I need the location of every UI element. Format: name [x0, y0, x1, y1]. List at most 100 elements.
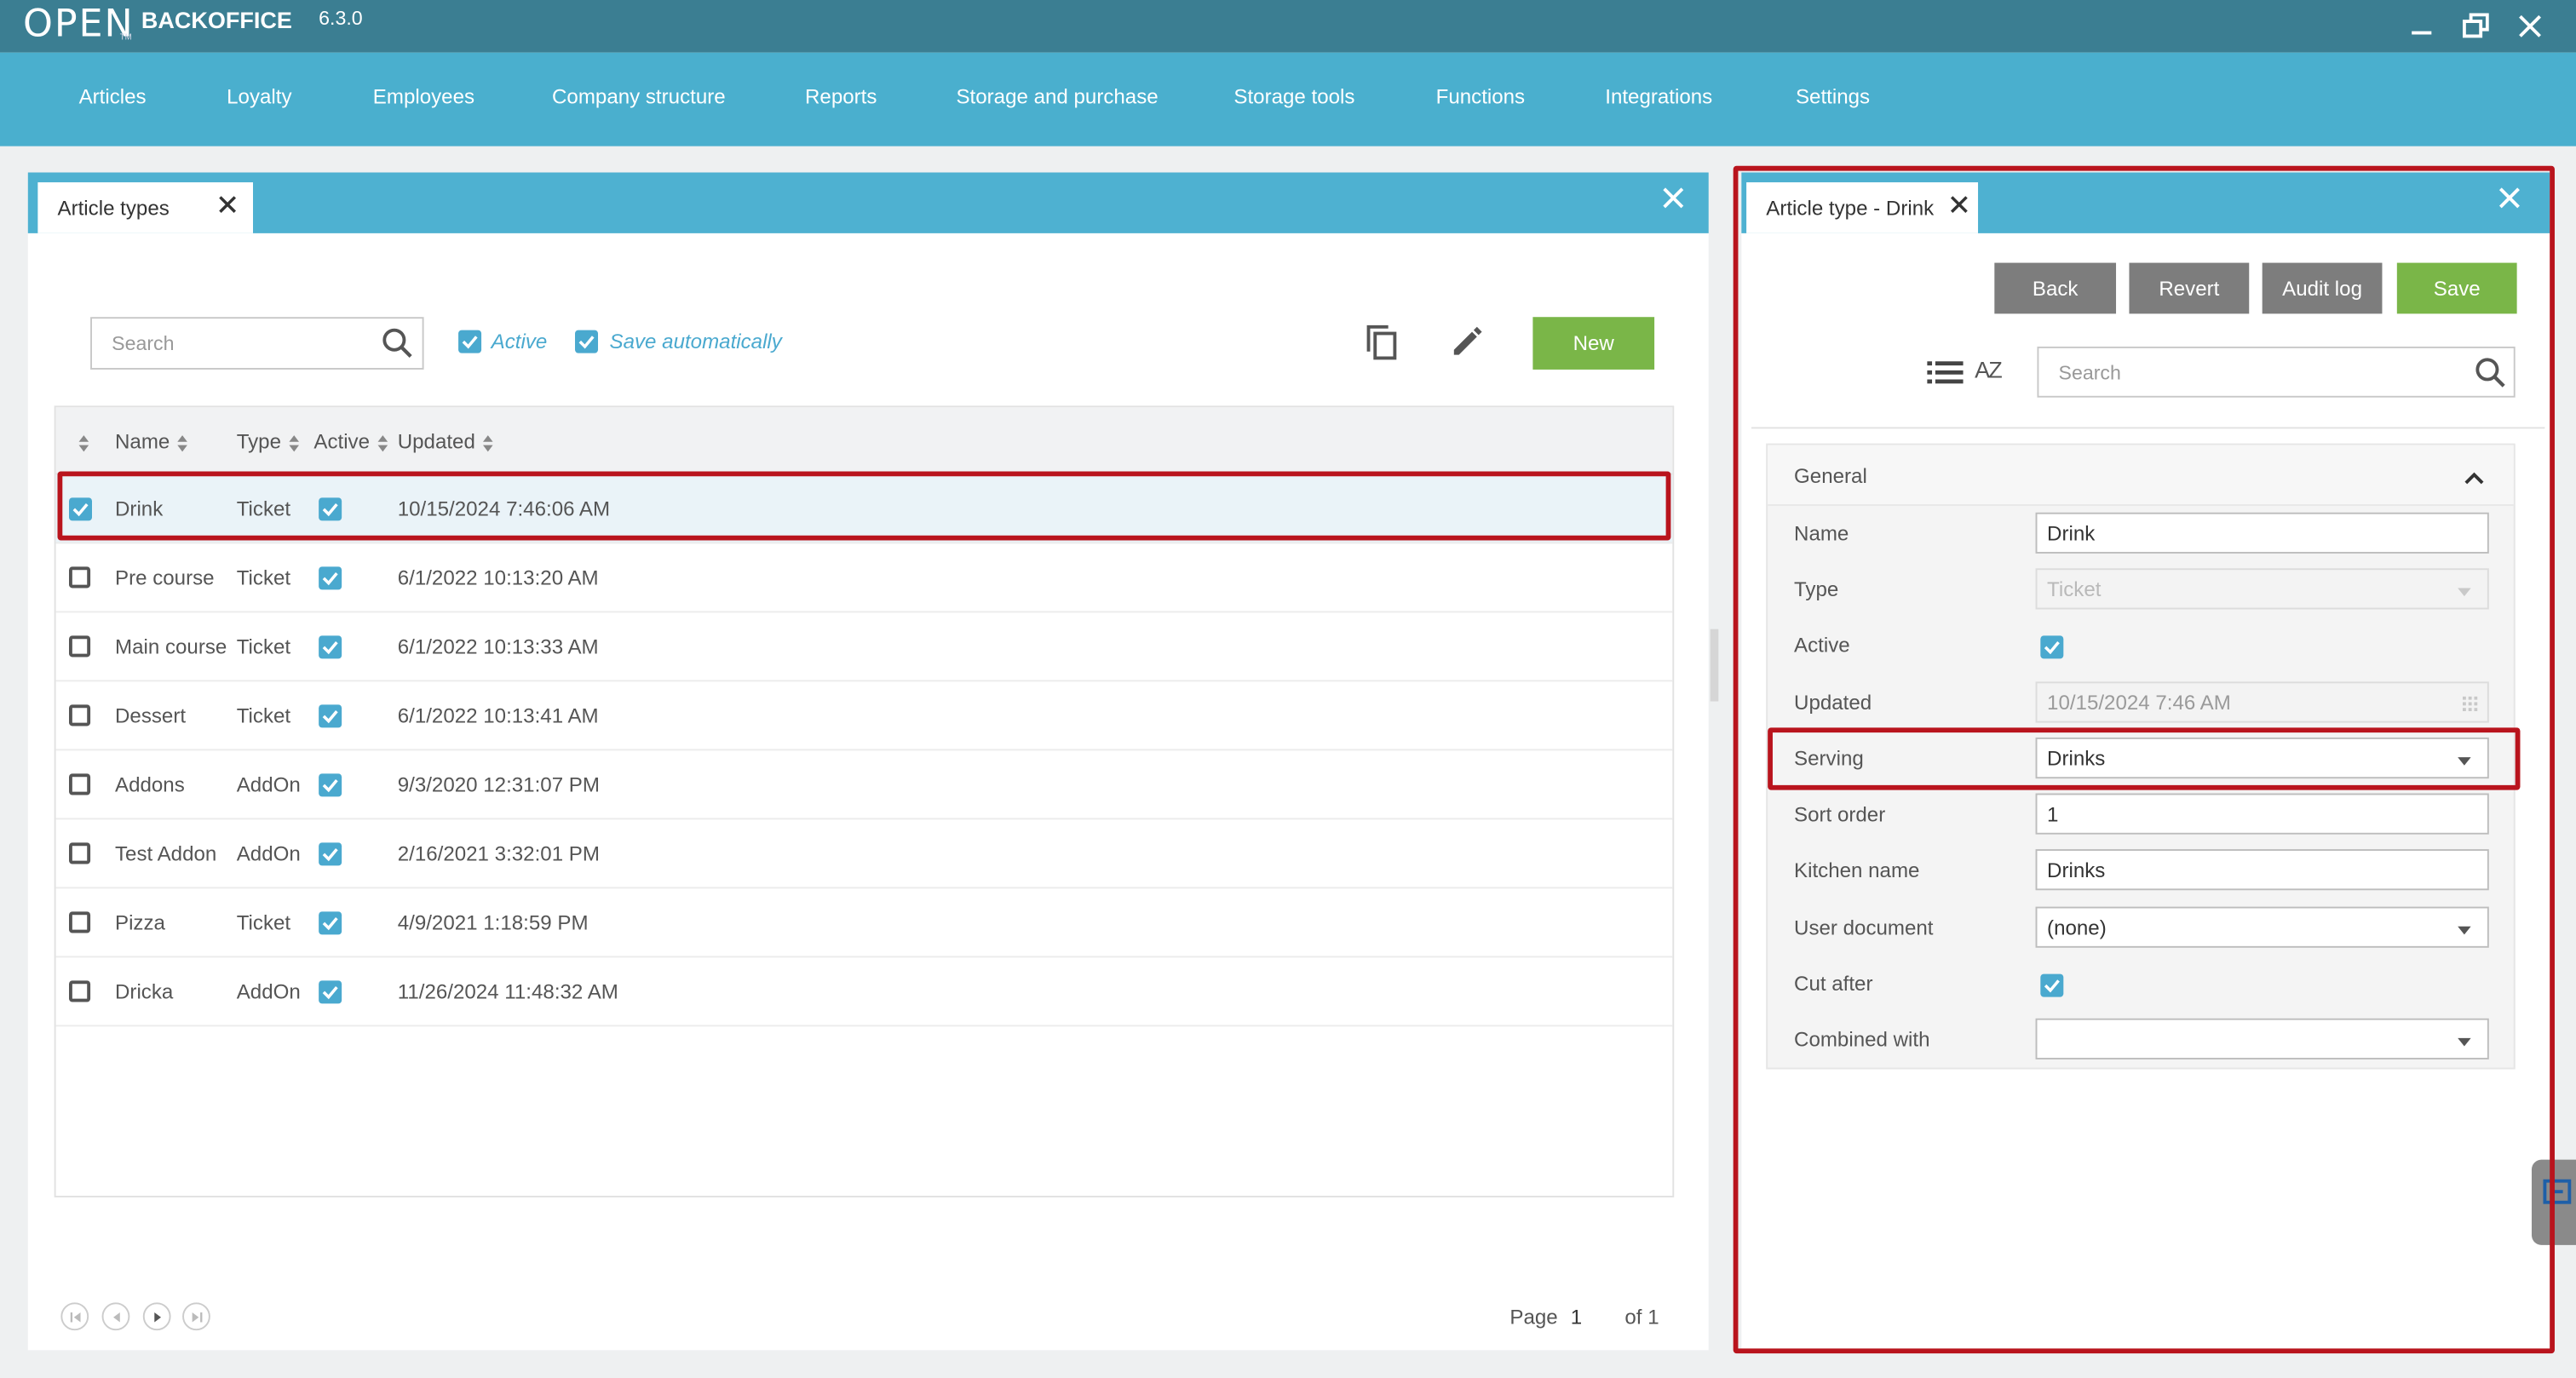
select-column-sort-icon[interactable] [78, 430, 89, 453]
column-name[interactable]: Name [115, 430, 188, 453]
search-placeholder: Search [2058, 361, 2121, 385]
row-select-checkbox[interactable] [69, 773, 91, 795]
menu-reports[interactable]: Reports [805, 85, 877, 108]
tab-article-type-drink-label: Article type - Drink [1766, 196, 1935, 220]
menu-company-structure[interactable]: Company structure [552, 85, 726, 108]
chevron-down-icon [2458, 926, 2471, 935]
menu-articles[interactable]: Articles [79, 85, 147, 108]
sort-az-icon[interactable]: AZ [1975, 357, 2003, 383]
table-row[interactable]: Test Addon AddOn 2/16/2021 3:32:01 PM [55, 819, 1673, 889]
search-icon[interactable] [381, 327, 414, 368]
main-menu: Articles Loyalty Employees Company struc… [0, 52, 2576, 146]
close-tab-icon[interactable] [219, 196, 237, 219]
menu-employees[interactable]: Employees [373, 85, 474, 108]
detail-search[interactable]: Search [2037, 346, 2516, 398]
menu-loyalty[interactable]: Loyalty [227, 85, 291, 108]
copy-icon[interactable] [1364, 324, 1400, 371]
table-row[interactable]: Drink Ticket 10/15/2024 7:46:06 AM [55, 474, 1673, 544]
menu-integrations[interactable]: Integrations [1605, 85, 1712, 108]
row-name: Pre course [115, 566, 215, 590]
sort-icon [289, 434, 300, 451]
calendar-icon [2462, 693, 2478, 716]
save-automatically-checkbox[interactable] [575, 330, 599, 353]
tab-article-types[interactable]: Article types [37, 182, 254, 233]
row-select-checkbox[interactable] [69, 980, 91, 1002]
name-field[interactable]: Drink [2035, 512, 2489, 554]
row-select-checkbox[interactable] [69, 635, 91, 657]
search-icon[interactable] [2474, 357, 2507, 398]
menu-storage-and-purchase[interactable]: Storage and purchase [956, 85, 1158, 108]
article-types-search[interactable]: Search [90, 317, 424, 370]
table-row[interactable]: Dessert Ticket 6/1/2022 10:13:41 AM [55, 681, 1673, 751]
close-panel-icon[interactable] [2498, 187, 2520, 217]
revert-button[interactable]: Revert [2129, 262, 2250, 314]
tab-article-type-drink[interactable]: Article type - Drink [1746, 182, 1979, 233]
cut-after-label: Cut after [1794, 972, 1873, 996]
page-label: Page [1509, 1306, 1558, 1329]
kitchen-name-field[interactable]: Drinks [2035, 849, 2489, 891]
row-active-checkbox [319, 911, 342, 935]
last-page-icon[interactable] [182, 1302, 210, 1331]
sort-icon [377, 434, 388, 451]
combined-with-select[interactable] [2035, 1018, 2489, 1059]
chevron-down-icon [2458, 588, 2471, 597]
row-active-checkbox [319, 566, 342, 590]
panel-splitter[interactable] [1710, 629, 1719, 702]
row-name: Addons [115, 773, 185, 797]
active-checkbox[interactable] [2040, 635, 2064, 659]
type-label: Type [1794, 577, 1839, 601]
close-window-icon[interactable] [2509, 5, 2551, 48]
column-active[interactable]: Active [313, 430, 388, 453]
table-row[interactable]: Main course Ticket 6/1/2022 10:13:33 AM [55, 612, 1673, 682]
kitchen-name-label: Kitchen name [1794, 858, 1920, 882]
sort-order-field[interactable]: 1 [2035, 793, 2489, 835]
row-type: Ticket [236, 497, 291, 521]
back-button[interactable]: Back [1994, 262, 2117, 314]
chevron-up-icon[interactable] [2464, 465, 2484, 495]
row-select-checkbox[interactable] [69, 842, 91, 864]
row-select-checkbox[interactable] [69, 704, 91, 726]
row-updated: 6/1/2022 10:13:33 AM [397, 635, 599, 659]
minimize-icon[interactable] [2401, 5, 2443, 48]
page-number-input[interactable]: 1 [1571, 1306, 1582, 1329]
save-button[interactable]: Save [2396, 262, 2517, 314]
close-tab-icon[interactable] [1950, 196, 1968, 219]
row-name: Dessert [115, 704, 187, 728]
menu-functions[interactable]: Functions [1436, 85, 1526, 108]
table-row[interactable]: Pizza Ticket 4/9/2021 1:18:59 PM [55, 888, 1673, 958]
menu-settings[interactable]: Settings [1796, 85, 1870, 108]
side-drawer-handle[interactable] [2531, 1159, 2576, 1245]
list-view-icon[interactable] [1927, 359, 1964, 394]
row-select-checkbox[interactable] [69, 497, 93, 521]
article-types-panel-header: Article types [27, 172, 1709, 233]
active-filter-label[interactable]: Active [492, 330, 548, 353]
column-updated[interactable]: Updated [398, 430, 494, 453]
cut-after-checkbox[interactable] [2040, 973, 2064, 997]
row-select-checkbox[interactable] [69, 566, 91, 589]
table-row[interactable]: Pre course Ticket 6/1/2022 10:13:20 AM [55, 543, 1673, 613]
first-page-icon[interactable] [60, 1302, 89, 1331]
close-panel-icon[interactable] [1663, 187, 1684, 217]
detail-panel-header: Article type - Drink [1741, 172, 2550, 233]
row-active-checkbox [319, 980, 342, 1004]
table-row[interactable]: Dricka AddOn 11/26/2024 11:48:32 AM [55, 957, 1673, 1027]
row-type: AddOn [236, 842, 301, 866]
active-filter-checkbox[interactable] [458, 330, 482, 353]
restore-icon[interactable] [2454, 5, 2497, 48]
audit-log-button[interactable]: Audit log [2262, 262, 2383, 314]
app-logo: OPEN [23, 3, 135, 47]
prev-page-icon[interactable] [101, 1302, 130, 1331]
table-row[interactable]: Addons AddOn 9/3/2020 12:31:07 PM [55, 750, 1673, 820]
edit-icon[interactable] [1449, 324, 1485, 368]
article-types-grid: Name Type Active Updated Drink Ticket 10/1… [54, 405, 1675, 1197]
user-document-select[interactable]: (none) [2035, 906, 2489, 948]
new-button[interactable]: New [1532, 317, 1655, 370]
next-page-icon[interactable] [142, 1302, 171, 1331]
column-type[interactable]: Type [237, 430, 300, 453]
general-section-header[interactable]: General [1768, 445, 2514, 507]
save-automatically-label[interactable]: Save automatically [610, 330, 782, 353]
serving-select[interactable]: Drinks [2035, 737, 2489, 779]
row-select-checkbox[interactable] [69, 911, 91, 933]
menu-storage-tools[interactable]: Storage tools [1233, 85, 1354, 108]
row-updated: 2/16/2021 3:32:01 PM [397, 842, 600, 866]
